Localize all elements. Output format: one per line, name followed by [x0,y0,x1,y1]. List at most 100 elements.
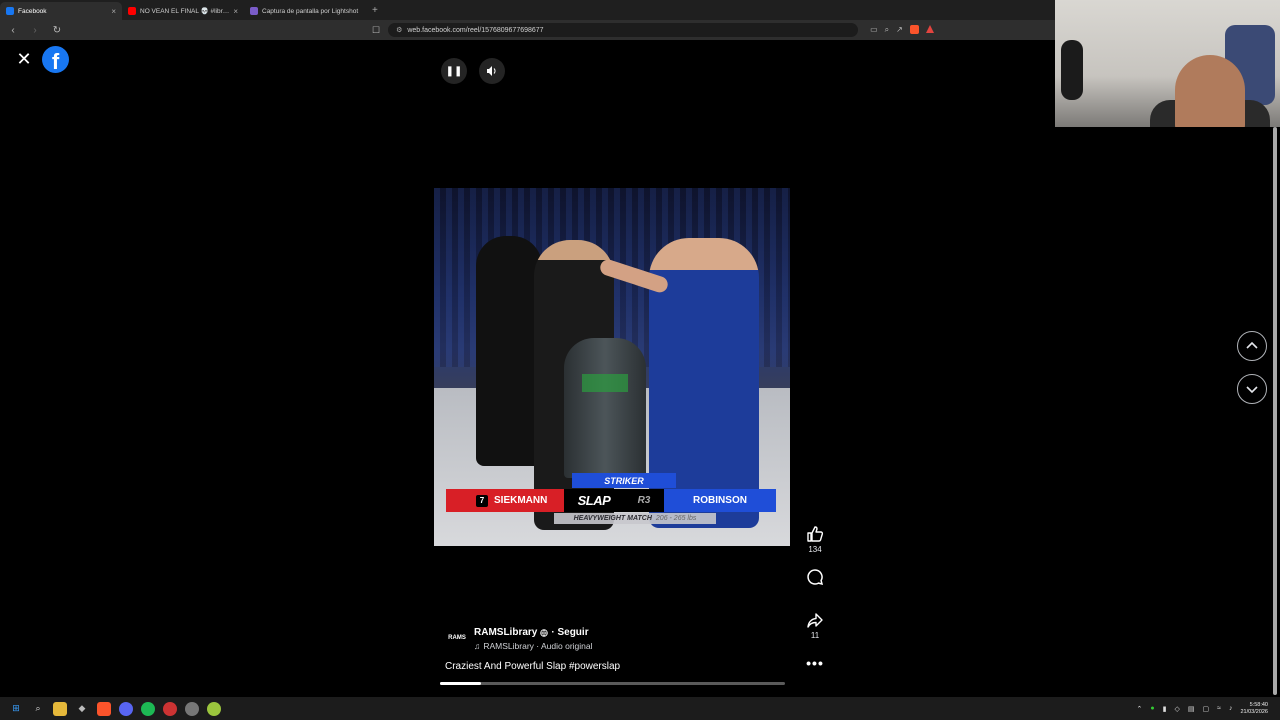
chevron-up-icon[interactable]: ⌃ [1137,705,1143,713]
webcam-person [1175,55,1245,127]
close-icon[interactable]: ✕ [15,50,33,68]
monster-logo [582,374,628,392]
brand-panel: SLAP R3 [564,489,664,512]
fight-lower-third: STRIKER 7 SIEKMANN SLAP R3 ROBINSON HEAV… [446,473,776,525]
fighter-right-name: ROBINSON [693,495,747,506]
media-app-icon[interactable] [163,701,177,716]
display-icon[interactable]: ▢ [1203,705,1210,713]
clock-date: 21/03/2026 [1240,708,1268,715]
scrollbar-thumb[interactable] [1273,127,1277,695]
weight-class-label: HEAVYWEIGHT MATCH 206 - 265 lbs [554,513,716,524]
vpn-shield-icon[interactable]: ◆ [75,702,89,716]
forward-arrow-icon[interactable]: › [28,25,42,36]
spotify-icon[interactable] [141,701,155,716]
brave-shields-icon[interactable] [909,25,919,34]
webcam-microphone [1061,40,1083,100]
striker-label: STRIKER [572,473,676,488]
fighters-bar: 7 SIEKMANN SLAP R3 ROBINSON [446,489,776,512]
hashtag-link[interactable]: #powerslap [569,661,620,672]
weight-range: 206 - 265 lbs [655,515,697,522]
tab-title: NO VEAN EL FINAL 💀 #libros #fe [140,8,230,15]
clock-time: 5:58:40 [1249,701,1268,708]
globe-icon [540,628,549,637]
follow-button[interactable]: · Seguir [551,627,588,638]
share-button[interactable]: 11 [800,611,830,640]
tab-facebook[interactable]: Facebook × [0,2,122,20]
brave-rewards-icon[interactable] [925,25,934,33]
music-note-icon: ♫ [474,641,481,651]
network-icon[interactable]: ◇ [1174,705,1179,713]
fighter-right-panel: ROBINSON [664,489,776,512]
like-count: 134 [808,545,822,554]
share-icon[interactable]: ↗ [896,25,903,35]
reader-mode-icon[interactable]: ▭ [870,25,878,35]
tab-close-icon[interactable]: × [233,7,238,16]
search-icon[interactable]: ⌕ [31,702,45,716]
file-explorer-icon[interactable] [53,701,67,716]
audio-label: RAMSLibrary · Audio original [483,641,593,651]
author-avatar[interactable]: RAMS [446,627,468,649]
comment-icon [807,569,824,586]
audio-info[interactable]: ♫ RAMSLibrary · Audio original [474,641,593,651]
page-scrollbar[interactable] [1272,127,1278,695]
progress-fill [440,682,482,685]
taskbar: ⊞ ⌕ ◆ ⌃ ● ▮ ◇ ▤ ▢ ≈ ♪ 5:58:40 21/03/2026 [0,697,1280,720]
video-podium [564,338,646,478]
more-options-icon[interactable]: ••• [800,655,830,671]
microphone-icon[interactable]: ▮ [1163,705,1167,713]
address-bar[interactable]: ⚙ web.facebook.com/reel/1576809677698677 [388,23,859,37]
discord-icon[interactable] [119,701,133,716]
status-dot-icon[interactable]: ● [1150,705,1154,712]
keyboard-icon[interactable]: ▤ [1188,705,1195,713]
tab-close-icon[interactable]: × [111,7,116,16]
back-arrow-icon[interactable]: ‹ [6,25,20,36]
facebook-logo[interactable]: f [42,46,69,73]
system-tray: ⌃ ● ▮ ◇ ▤ ▢ ≈ ♪ 5:58:40 21/03/2026 [1137,697,1268,720]
fighter-left-panel: 7 SIEKMANN [446,489,564,512]
slap-logo: SLAP [577,493,611,508]
chevron-down-icon [1246,386,1258,394]
caption-text: Craziest And Powerful Slap [445,661,567,672]
video-referee [476,236,542,466]
webcam-overlay [1055,0,1280,127]
tab-title: Captura de pantalla por Lightshot [262,7,359,15]
share-arrow-icon [807,613,823,628]
speaker-icon[interactable]: ♪ [1229,705,1233,712]
pause-icon[interactable]: ❚❚ [441,58,467,84]
wifi-icon[interactable]: ≈ [1217,705,1221,712]
previous-reel-button[interactable] [1237,331,1267,361]
comment-button[interactable] [800,568,830,586]
browser-tabstrip: Facebook × NO VEAN EL FINAL 💀 #libros #f… [0,0,1055,20]
brave-browser-icon[interactable] [97,701,111,716]
chevron-up-icon [1246,341,1258,349]
site-info-icon[interactable]: ⚙ [396,26,402,34]
bookmark-icon[interactable]: ☐ [372,25,380,36]
author-name[interactable]: RAMSLibrary [474,627,537,638]
windows-start-icon[interactable]: ⊞ [9,702,23,716]
tab-youtube[interactable]: NO VEAN EL FINAL 💀 #libros #fe × [122,2,244,20]
fighter-left-number: 7 [476,494,488,507]
share-count: 11 [810,631,820,640]
url-text: web.facebook.com/reel/1576809677698677 [407,26,544,34]
toolbar-actions: ▭ ⌕ ↗ [870,25,934,35]
video-progress-bar[interactable] [440,682,785,685]
utility-app-icon[interactable] [207,701,221,716]
settings-app-icon[interactable] [185,701,199,716]
match-type: HEAVYWEIGHT MATCH [573,515,652,522]
thumbs-up-icon [807,526,824,542]
reload-icon[interactable]: ↻ [50,25,64,36]
reel-video[interactable]: STRIKER 7 SIEKMANN SLAP R3 ROBINSON HEAV… [434,188,790,546]
tab-lightshot[interactable]: Captura de pantalla por Lightshot [244,2,366,20]
fighter-left-name: SIEKMANN [494,495,548,506]
youtube-icon [128,7,136,15]
feather-icon [250,7,258,15]
volume-icon[interactable] [479,58,505,84]
like-button[interactable]: 134 [800,525,830,554]
new-tab-button[interactable]: + [372,5,378,16]
facebook-icon [6,7,14,15]
next-reel-button[interactable] [1237,374,1267,404]
zoom-icon[interactable]: ⌕ [885,25,889,35]
author-details: RAMSLibrary · Seguir ♫ RAMSLibrary · Aud… [474,627,593,651]
taskbar-apps: ⊞ ⌕ ◆ [9,701,221,716]
system-clock[interactable]: 5:58:40 21/03/2026 [1240,702,1268,716]
